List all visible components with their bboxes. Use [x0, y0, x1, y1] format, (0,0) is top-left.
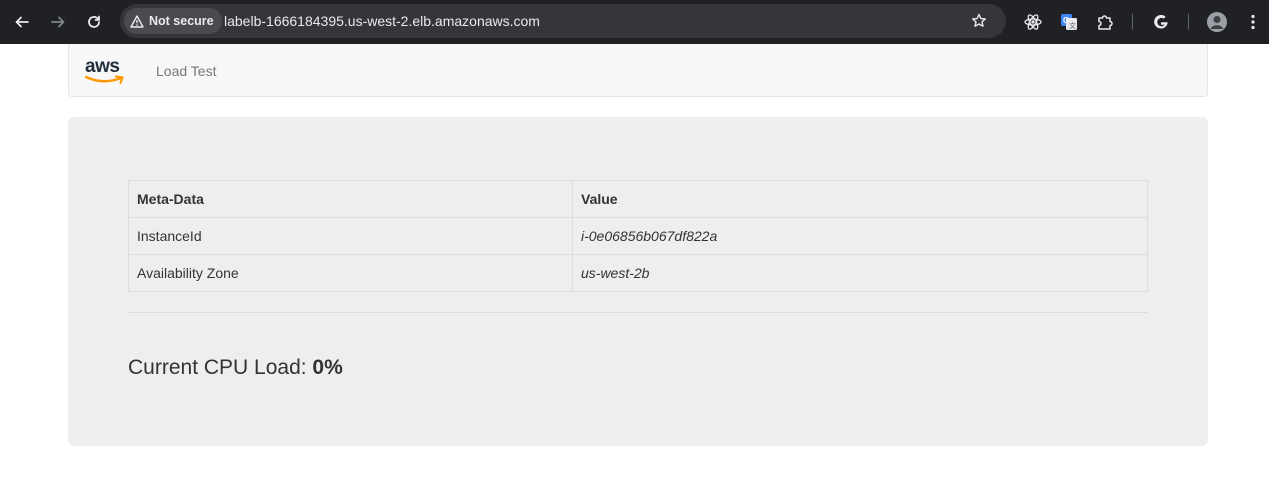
react-devtools-icon	[1024, 14, 1042, 30]
table-row: Availability Zone us-west-2b	[128, 254, 1148, 292]
forward-arrow-icon	[51, 16, 65, 28]
table-row: InstanceId i-0e06856b067df822a	[128, 217, 1148, 255]
jumbotron: Meta-Data Value InstanceId i-0e06856b067…	[68, 117, 1208, 446]
metadata-table: Meta-Data Value InstanceId i-0e06856b067…	[128, 180, 1148, 292]
toolbar-separator	[1132, 14, 1133, 30]
svg-text:文: 文	[1069, 21, 1076, 30]
warning-triangle-icon	[130, 14, 144, 28]
aws-smile-arrow	[85, 75, 124, 85]
row-key: InstanceId	[128, 217, 573, 255]
google-translate-button[interactable]: G文	[1055, 8, 1083, 36]
toolbar-separator	[1188, 14, 1189, 30]
cpu-load-label: Current CPU Load:	[128, 356, 313, 379]
cpu-load-value: 0%	[312, 356, 343, 379]
bookmark-button[interactable]	[966, 8, 992, 34]
navbar: aws Load Test	[68, 44, 1208, 97]
browser-toolbar: Not secure labelb-1666184395.us-west-2.e…	[0, 0, 1269, 44]
google-g-icon	[1154, 14, 1168, 29]
star-icon	[972, 13, 986, 27]
url-text[interactable]: labelb-1666184395.us-west-2.elb.amazonaw…	[224, 12, 540, 30]
header-value: Value	[572, 180, 1148, 218]
react-devtools-button[interactable]	[1019, 8, 1047, 36]
load-test-link[interactable]: Load Test	[156, 62, 216, 80]
extensions-button[interactable]	[1091, 8, 1119, 36]
security-chip[interactable]: Not secure	[124, 8, 222, 34]
cpu-load-text: Current CPU Load: 0%	[128, 356, 343, 380]
security-label: Not secure	[149, 14, 214, 28]
back-button[interactable]	[8, 8, 36, 36]
kebab-menu-icon	[1251, 14, 1255, 30]
row-value: i-0e06856b067df822a	[572, 217, 1148, 255]
forward-button[interactable]	[44, 8, 72, 36]
header-meta-data: Meta-Data	[128, 180, 573, 218]
menu-button[interactable]	[1239, 8, 1267, 36]
back-arrow-icon	[15, 16, 29, 28]
table-header-row: Meta-Data Value	[128, 180, 1148, 218]
extensions-puzzle-icon	[1098, 15, 1113, 30]
row-key: Availability Zone	[128, 254, 573, 292]
google-translate-icon: G文	[1061, 14, 1077, 30]
profile-button[interactable]	[1203, 8, 1231, 36]
address-bar[interactable]: Not secure labelb-1666184395.us-west-2.e…	[120, 4, 1006, 38]
google-account-button[interactable]	[1147, 8, 1175, 36]
row-value: us-west-2b	[572, 254, 1148, 292]
aws-logo[interactable]: aws	[85, 57, 127, 87]
divider	[128, 312, 1148, 313]
reload-button[interactable]	[80, 8, 108, 36]
profile-avatar-icon	[1207, 12, 1227, 32]
reload-icon	[88, 15, 100, 28]
